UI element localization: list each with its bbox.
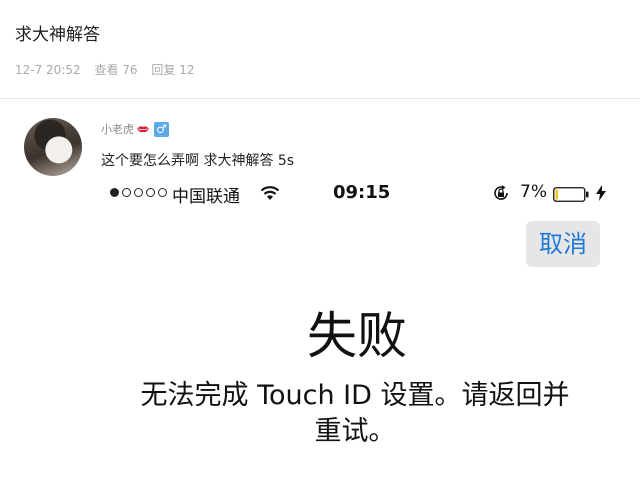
carrier-name: 中国联通 (172, 187, 240, 207)
signal-strength (110, 188, 167, 197)
signal-dot (134, 188, 143, 197)
charging-bolt-icon (596, 185, 606, 201)
post-views: 查看 76 (94, 63, 138, 77)
signal-dot (122, 188, 131, 197)
fail-message: 无法完成 Touch ID 设置。请返回并重试。 (140, 380, 570, 447)
clock: 09:15 (333, 182, 391, 203)
battery-percent: 7% (520, 182, 547, 202)
post-title: 求大神解答 (15, 25, 100, 45)
male-icon: ♂ (154, 121, 169, 137)
lock-rotation-icon (494, 185, 508, 200)
lips-icon (137, 126, 149, 133)
divider (0, 98, 640, 99)
reply-text: 这个要怎么弄啊 求大神解答 5s (101, 153, 295, 169)
signal-dot (146, 188, 155, 197)
signal-dot (158, 188, 167, 197)
fail-title: 失败 (307, 307, 407, 365)
post-datetime: 12-7 20:52 (15, 63, 81, 77)
username[interactable]: 小老虎 (101, 121, 134, 137)
phone-status-bar: 中国联通 09:15 7% (110, 180, 610, 208)
post-replies[interactable]: 回复 12 (151, 63, 194, 77)
wifi-icon (260, 186, 280, 200)
username-row: 小老虎 ♂ (101, 121, 169, 137)
battery-icon (553, 187, 589, 202)
avatar[interactable] (24, 118, 82, 176)
signal-dot (110, 188, 119, 197)
post-meta: 12-7 20:52 查看 76 回复 12 (15, 61, 204, 78)
cancel-button[interactable]: 取消 (526, 221, 600, 267)
